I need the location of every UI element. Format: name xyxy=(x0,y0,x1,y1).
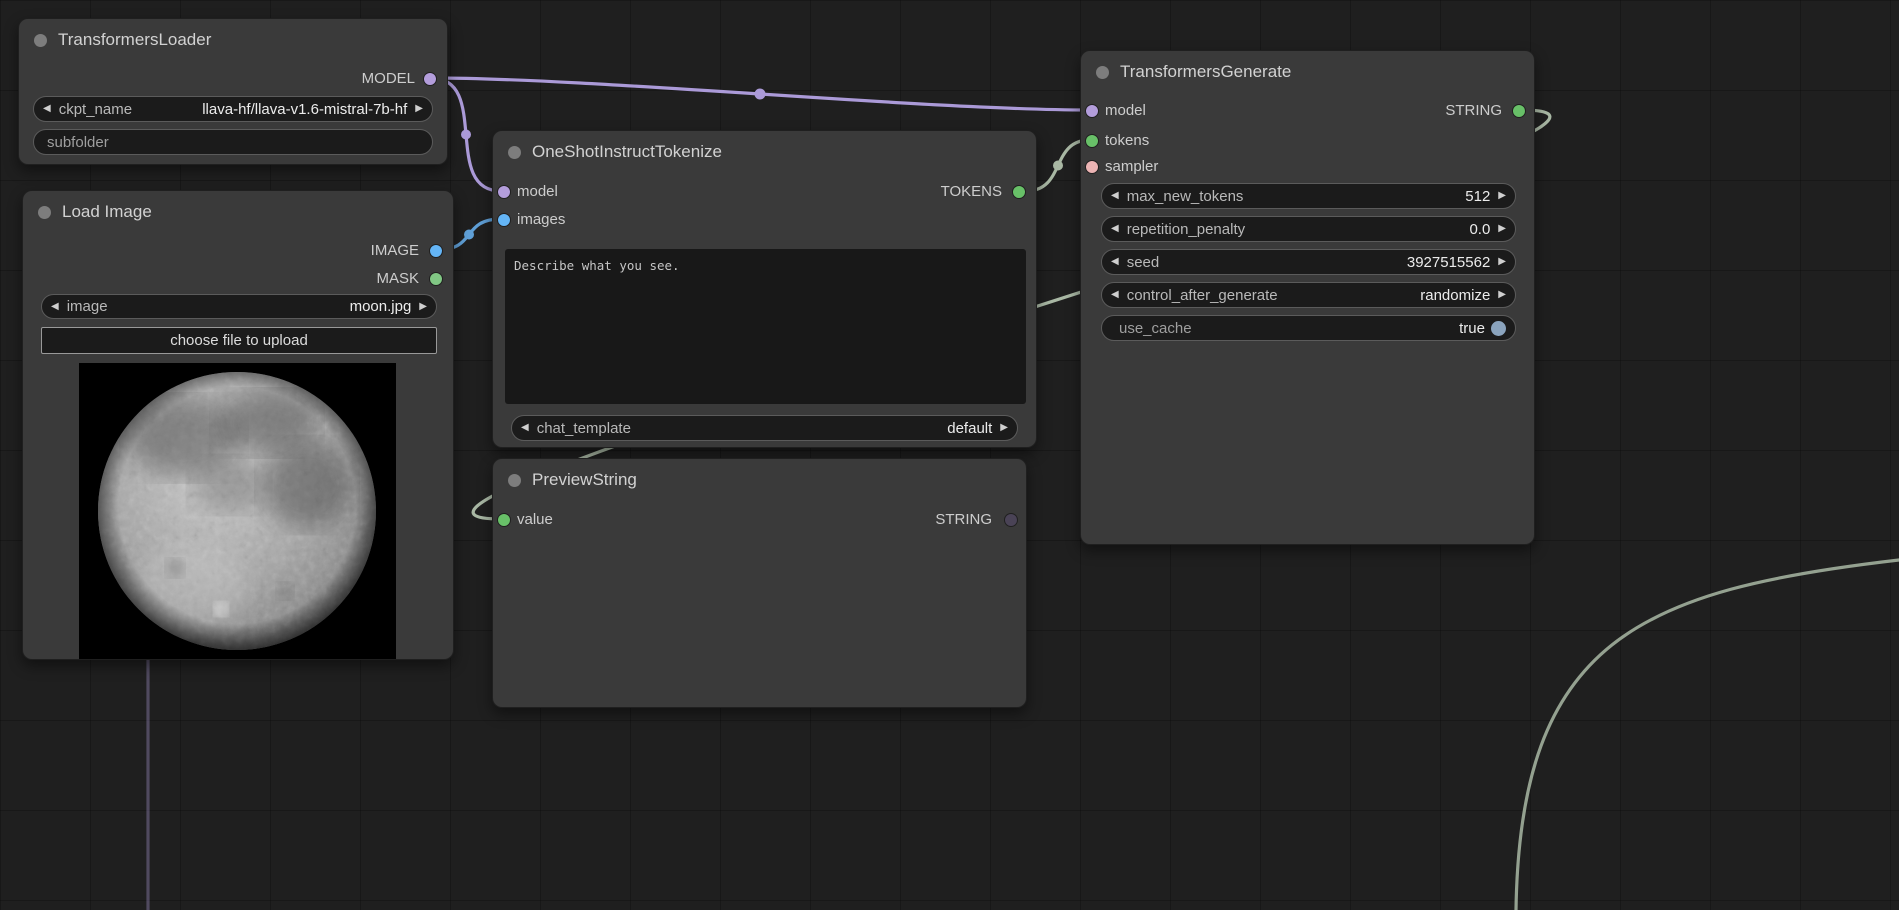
node-title-bar[interactable]: PreviewString xyxy=(508,468,1014,492)
control-after-generate-widget[interactable]: ◀ control_after_generate randomize ▶ xyxy=(1101,282,1516,308)
output-port-string[interactable] xyxy=(1513,105,1525,117)
link-dot-image xyxy=(464,230,474,240)
input-port-model[interactable] xyxy=(498,186,510,198)
image-select-widget[interactable]: ◀ image moon.jpg ▶ xyxy=(41,294,437,319)
input-label-value: value xyxy=(517,510,553,530)
repetition-penalty-widget[interactable]: ◀ repetition_penalty 0.0 ▶ xyxy=(1101,216,1516,242)
node-title-bar[interactable]: TransformersGenerate xyxy=(1096,60,1522,84)
input-label-model: model xyxy=(517,182,558,202)
node-load-image[interactable]: Load Image IMAGE MASK ◀ image moon.jpg ▶… xyxy=(22,190,454,660)
widget-value: 3927515562 xyxy=(1397,254,1490,271)
node-title: Load Image xyxy=(62,202,152,222)
link-dot-model-generate xyxy=(755,89,766,100)
output-label-tokens: TOKENS xyxy=(941,182,1002,202)
wire-offscreen-bottom-right xyxy=(1516,560,1899,910)
arrow-left-icon[interactable]: ◀ xyxy=(1111,257,1119,267)
output-port-mask[interactable] xyxy=(430,273,442,285)
output-label-string: STRING xyxy=(935,510,992,530)
widget-value: default xyxy=(937,420,992,437)
input-port-value[interactable] xyxy=(498,514,510,526)
arrow-left-icon[interactable]: ◀ xyxy=(1111,290,1119,300)
node-title: PreviewString xyxy=(532,470,637,490)
arrow-left-icon[interactable]: ◀ xyxy=(51,302,59,312)
moon-image xyxy=(79,363,396,659)
collapse-dot-icon[interactable] xyxy=(1096,66,1109,79)
widget-value: randomize xyxy=(1410,287,1490,304)
widget-value: 512 xyxy=(1455,188,1490,205)
widget-label: use_cache xyxy=(1119,320,1192,337)
collapse-dot-icon[interactable] xyxy=(508,146,521,159)
input-label-tokens: tokens xyxy=(1105,131,1149,151)
node-transformersgenerate[interactable]: TransformersGenerate model STRING tokens… xyxy=(1080,50,1535,545)
use-cache-toggle-widget[interactable]: use_cache true xyxy=(1101,315,1516,341)
widget-label: seed xyxy=(1127,254,1160,271)
arrow-left-icon[interactable]: ◀ xyxy=(1111,224,1119,234)
node-title-bar[interactable]: Load Image xyxy=(38,200,441,224)
arrow-right-icon[interactable]: ▶ xyxy=(1498,257,1506,267)
arrow-right-icon[interactable]: ▶ xyxy=(419,302,427,312)
graph-canvas[interactable]: TransformersLoader MODEL ◀ ckpt_name lla… xyxy=(0,0,1899,910)
widget-label: max_new_tokens xyxy=(1127,188,1244,205)
output-label-string: STRING xyxy=(1445,101,1502,121)
link-dot-model-tokenize xyxy=(461,130,471,140)
input-label-images: images xyxy=(517,210,565,230)
widget-value: true xyxy=(1449,320,1485,337)
subfolder-widget[interactable]: subfolder xyxy=(33,129,433,155)
input-label-model: model xyxy=(1105,101,1146,121)
node-title: TransformersLoader xyxy=(58,30,211,50)
chat-template-widget[interactable]: ◀ chat_template default ▶ xyxy=(511,415,1018,441)
widget-label: image xyxy=(67,298,108,315)
widget-label: ckpt_name xyxy=(59,101,132,118)
arrow-left-icon[interactable]: ◀ xyxy=(1111,191,1119,201)
toggle-knob-icon[interactable] xyxy=(1491,321,1506,336)
collapse-dot-icon[interactable] xyxy=(34,34,47,47)
arrow-left-icon[interactable]: ◀ xyxy=(43,104,51,114)
collapse-dot-icon[interactable] xyxy=(508,474,521,487)
input-port-images[interactable] xyxy=(498,214,510,226)
node-title-bar[interactable]: OneShotInstructTokenize xyxy=(508,140,1024,164)
link-dot-tokens xyxy=(1053,161,1063,171)
arrow-right-icon[interactable]: ▶ xyxy=(1498,191,1506,201)
image-preview xyxy=(79,363,396,659)
node-previewstring[interactable]: PreviewString value STRING xyxy=(492,458,1027,708)
output-port-string[interactable] xyxy=(1005,514,1017,526)
input-label-sampler: sampler xyxy=(1105,157,1158,177)
arrow-right-icon[interactable]: ▶ xyxy=(1000,423,1008,433)
choose-file-label: choose file to upload xyxy=(170,332,308,349)
prompt-text: Describe what you see. xyxy=(514,258,680,273)
widget-label: control_after_generate xyxy=(1127,287,1278,304)
output-port-model[interactable] xyxy=(424,73,436,85)
node-title-bar[interactable]: TransformersLoader xyxy=(34,28,435,52)
output-label-model: MODEL xyxy=(362,69,415,89)
arrow-right-icon[interactable]: ▶ xyxy=(1498,224,1506,234)
node-title: OneShotInstructTokenize xyxy=(532,142,722,162)
input-port-sampler[interactable] xyxy=(1086,161,1098,173)
collapse-dot-icon[interactable] xyxy=(38,206,51,219)
input-port-tokens[interactable] xyxy=(1086,135,1098,147)
node-oneshotinstructtokenize[interactable]: OneShotInstructTokenize model images TOK… xyxy=(492,130,1037,448)
widget-value: moon.jpg xyxy=(340,298,412,315)
node-transformersloader[interactable]: TransformersLoader MODEL ◀ ckpt_name lla… xyxy=(18,18,448,165)
arrow-left-icon[interactable]: ◀ xyxy=(521,423,529,433)
ckpt-name-widget[interactable]: ◀ ckpt_name llava-hf/llava-v1.6-mistral-… xyxy=(33,96,433,122)
output-port-image[interactable] xyxy=(430,245,442,257)
widget-value: llava-hf/llava-v1.6-mistral-7b-hf xyxy=(192,101,407,118)
widget-label: subfolder xyxy=(47,134,109,151)
output-label-image: IMAGE xyxy=(371,241,419,261)
arrow-right-icon[interactable]: ▶ xyxy=(415,104,423,114)
prompt-textarea[interactable]: Describe what you see. xyxy=(505,249,1026,404)
widget-label: chat_template xyxy=(537,420,631,437)
max-new-tokens-widget[interactable]: ◀ max_new_tokens 512 ▶ xyxy=(1101,183,1516,209)
choose-file-button[interactable]: choose file to upload xyxy=(41,327,437,354)
output-label-mask: MASK xyxy=(376,269,419,289)
output-port-tokens[interactable] xyxy=(1013,186,1025,198)
widget-label: repetition_penalty xyxy=(1127,221,1245,238)
node-title: TransformersGenerate xyxy=(1120,62,1291,82)
arrow-right-icon[interactable]: ▶ xyxy=(1498,290,1506,300)
seed-widget[interactable]: ◀ seed 3927515562 ▶ xyxy=(1101,249,1516,275)
widget-value: 0.0 xyxy=(1459,221,1490,238)
input-port-model[interactable] xyxy=(1086,105,1098,117)
